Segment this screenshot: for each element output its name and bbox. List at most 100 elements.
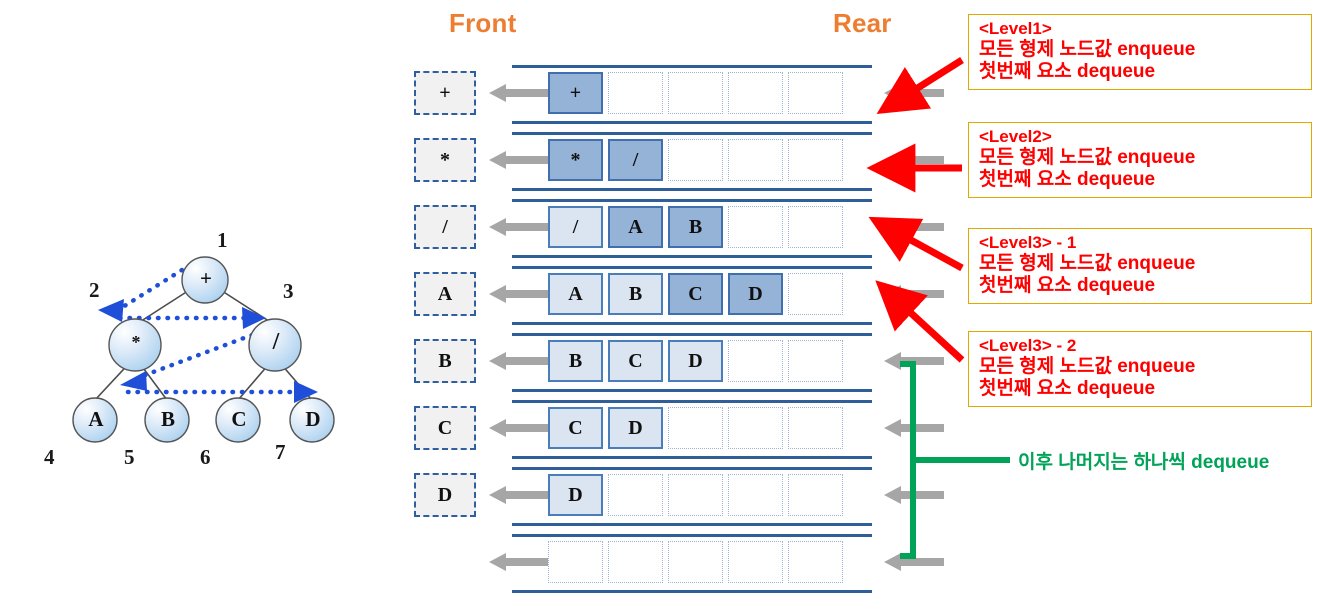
queue-cell: C — [548, 407, 603, 449]
queue-cell-group: / A B — [548, 206, 848, 248]
queue-rail-top — [512, 333, 872, 336]
queue-cell-group: ABCD — [548, 273, 848, 315]
dequeue-arrow-icon — [489, 484, 549, 506]
queue-cell — [728, 474, 783, 516]
queue-cell: / — [608, 139, 663, 181]
queue-rail-bot — [512, 322, 872, 325]
queue-cell: + — [548, 72, 603, 114]
enqueue-arrow-icon — [884, 417, 944, 439]
queue-cell — [788, 541, 843, 583]
level-note-enqueue-line: 모든 형제 노드값 enqueue — [979, 146, 1196, 168]
queue-cell: A — [608, 206, 663, 248]
level-note-enqueue-line: 모든 형제 노드값 enqueue — [979, 252, 1196, 274]
queue-row — [0, 529, 1000, 596]
queue-rail-top — [512, 467, 872, 470]
queue-cell — [608, 541, 663, 583]
queue-cell — [788, 206, 843, 248]
queue-cell — [788, 340, 843, 382]
queue-rail-top — [512, 266, 872, 269]
front-label: Front — [449, 8, 517, 38]
level-note-dequeue-line: 첫번째 요소 dequeue — [979, 377, 1156, 399]
queue-cell — [788, 474, 843, 516]
remaining-dequeue-note: 이후 나머지는 하나씩 dequeue — [1018, 452, 1270, 473]
queue-cell-group: + — [548, 72, 848, 114]
queue-rail-top — [512, 132, 872, 135]
dequeue-arrow-icon — [489, 350, 549, 372]
dequeue-arrow-icon — [489, 417, 549, 439]
level-note-title: <Level1> — [979, 19, 1052, 38]
queue-cell: D — [728, 273, 783, 315]
queue-cell — [668, 72, 723, 114]
queue-rail-bot — [512, 389, 872, 392]
queue-cell: D — [608, 407, 663, 449]
queue-cell — [668, 139, 723, 181]
queue-cell — [668, 541, 723, 583]
queue-cell: B — [608, 273, 663, 315]
queue-cell — [728, 72, 783, 114]
queue-cell: / — [548, 206, 603, 248]
queue-row: A ABCD — [0, 261, 1000, 328]
enqueue-arrow-icon — [884, 149, 944, 171]
queue-cell — [728, 340, 783, 382]
queue-cell: B — [548, 340, 603, 382]
queue-cell: D — [548, 474, 603, 516]
queue-cell — [728, 139, 783, 181]
queue-row: CCD — [0, 395, 1000, 462]
dequeue-arrow-icon — [489, 149, 549, 171]
queue-cell-group: CD — [548, 407, 848, 449]
level-note: <Level1> 모든 형제 노드값 enqueue 첫번째 요소 dequeue — [968, 14, 1312, 91]
level-note-enqueue-line: 모든 형제 노드값 enqueue — [979, 38, 1196, 60]
level-note: <Level3> - 2 모든 형제 노드값 enqueue 첫번째 요소 dequ… — [968, 331, 1312, 408]
dequeued-value-box: D — [414, 473, 476, 517]
queue-cell — [608, 474, 663, 516]
queue-cell: C — [668, 273, 723, 315]
queue-cell: D — [668, 340, 723, 382]
enqueue-arrow-icon — [884, 82, 944, 104]
level-note: <Level3> - 1 모든 형제 노드값 enqueue 첫번째 요소 dequ… — [968, 228, 1312, 305]
dequeued-value-box: / — [414, 205, 476, 249]
enqueue-arrow-icon — [884, 216, 944, 238]
queue-rail-bot — [512, 523, 872, 526]
dequeued-value-box: A — [414, 272, 476, 316]
queue-cell — [728, 407, 783, 449]
enqueue-arrow-icon — [884, 283, 944, 305]
queue-cell — [548, 541, 603, 583]
diagram-canvas: + * / A B C D 1 2 3 4 5 6 7 Front Rear +… — [0, 0, 1317, 593]
queue-cell-group: BCD — [548, 340, 848, 382]
dequeued-value-box: C — [414, 406, 476, 450]
dequeue-arrow-icon — [489, 551, 549, 573]
level-note-title: <Level2> — [979, 127, 1052, 146]
queue-cell — [728, 541, 783, 583]
queue-cell — [788, 407, 843, 449]
dequeue-arrow-icon — [489, 216, 549, 238]
queue-rail-top — [512, 400, 872, 403]
dequeued-value-box: B — [414, 339, 476, 383]
enqueue-arrow-icon — [884, 551, 944, 573]
queue-cell — [608, 72, 663, 114]
dequeued-value-box: * — [414, 138, 476, 182]
queue-row: + + — [0, 60, 1000, 127]
level-note-title: <Level3> - 1 — [979, 233, 1077, 252]
queue-row: BBCD — [0, 328, 1000, 395]
dequeue-arrow-icon — [489, 283, 549, 305]
queue-rail-top — [512, 199, 872, 202]
queue-cell — [788, 72, 843, 114]
enqueue-arrow-icon — [884, 484, 944, 506]
queue-rail-top — [512, 534, 872, 537]
level-note-dequeue-line: 첫번째 요소 dequeue — [979, 168, 1156, 190]
level-note: <Level2> 모든 형제 노드값 enqueue 첫번째 요소 dequeue — [968, 122, 1312, 199]
queue-row: * * / — [0, 127, 1000, 194]
level-note-enqueue-line: 모든 형제 노드값 enqueue — [979, 355, 1196, 377]
level-note-dequeue-line: 첫번째 요소 dequeue — [979, 274, 1156, 296]
queue-cell — [728, 206, 783, 248]
queue-cell-group: D — [548, 474, 848, 516]
rear-label: Rear — [833, 8, 892, 38]
level-note-title: <Level3> - 2 — [979, 336, 1077, 355]
dequeue-arrow-icon — [489, 82, 549, 104]
queue-cell: C — [608, 340, 663, 382]
queue-cell: * — [548, 139, 603, 181]
queue-rail-bot — [512, 121, 872, 124]
dequeued-value-box: + — [414, 71, 476, 115]
queue-cell — [788, 273, 843, 315]
queue-row: / / A B — [0, 194, 1000, 261]
